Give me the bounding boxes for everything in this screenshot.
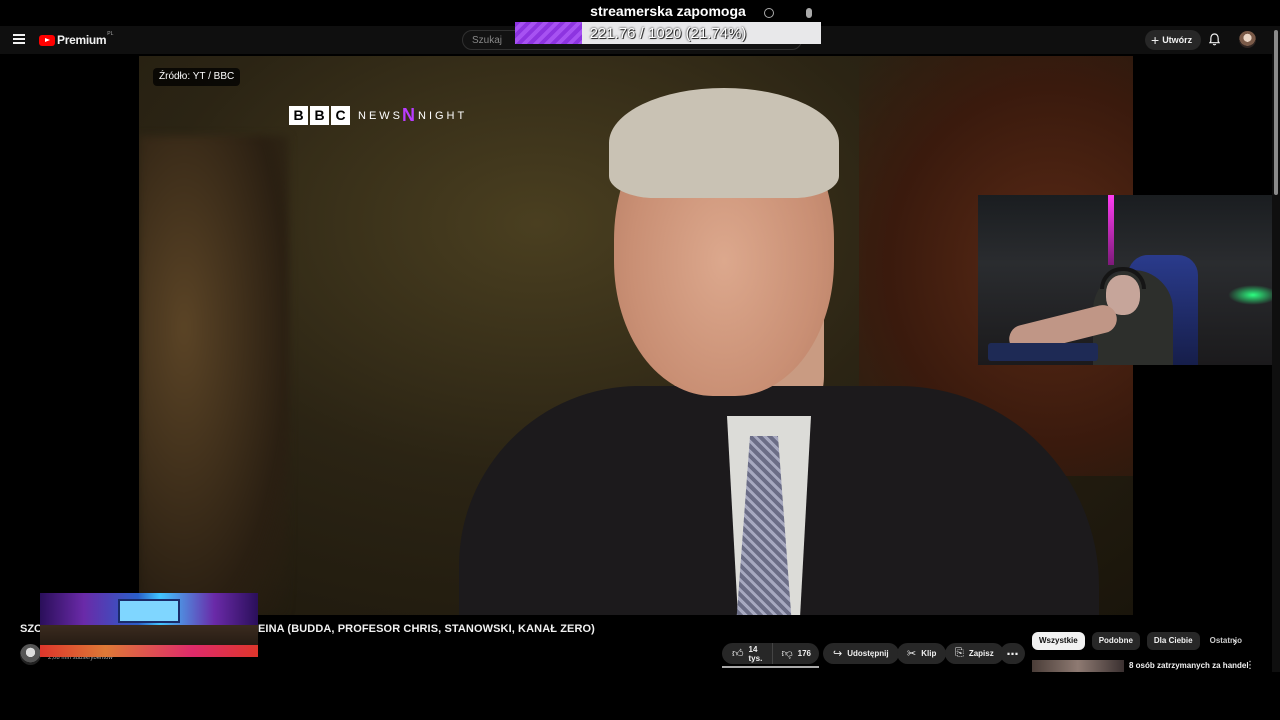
hamburger-icon[interactable] <box>13 34 25 44</box>
clip-label: Klip <box>921 649 937 658</box>
thumb-down-icon: 👎︎ <box>781 648 793 660</box>
scrollbar-thumb[interactable] <box>1274 30 1278 195</box>
more-dots-icon: ⋯ <box>1006 646 1019 661</box>
bbc-letter: B <box>310 106 329 125</box>
donation-progress-bar: 221.76 / 1020 (21.74%) <box>515 22 821 44</box>
video-bg-left <box>139 136 289 615</box>
donation-progress-text: 221.76 / 1020 (21.74%) <box>589 25 747 42</box>
chip-related[interactable]: Podobne <box>1091 632 1140 650</box>
account-avatar[interactable] <box>1239 31 1256 48</box>
bookmark-icon: ⎘ <box>955 647 964 659</box>
video-title: EINA (BUDDA, PROFESOR CHRIS, STANOWSKI, … <box>258 623 595 635</box>
recommendation-thumbnail[interactable] <box>1032 660 1124 672</box>
scene-glow <box>40 645 258 657</box>
plus-icon: + <box>1151 32 1160 48</box>
bbc-newsnight-logo: B B C NEWS N NIGHT <box>289 105 467 126</box>
search-placeholder: Szukaj <box>472 35 503 46</box>
scissors-icon: ✂ <box>907 648 917 660</box>
recommendation-chips: Wszystkie Podobne Dla Ciebie Ostatnio <box>1032 632 1249 650</box>
thumb-up-icon: 👍︎ <box>732 648 744 660</box>
cam-keyboard <box>988 343 1098 361</box>
chip-for-you[interactable]: Dla Ciebie <box>1146 632 1200 650</box>
more-actions-button[interactable]: ⋯ <box>1000 643 1025 664</box>
save-label: Zapisz <box>968 649 994 658</box>
share-label: Udostępnij <box>847 649 889 658</box>
like-dislike-group: 👍︎ 14 tys. 👎︎ 176 <box>722 643 819 664</box>
like-button[interactable]: 👍︎ 14 tys. <box>722 643 774 664</box>
channel-avatar[interactable] <box>20 644 41 665</box>
save-button[interactable]: ⎘ Zapisz <box>945 643 1004 664</box>
donation-title: streamerska zapomoga <box>590 3 746 19</box>
cam-led-glow <box>1228 285 1278 305</box>
dislike-count: 176 <box>797 649 811 658</box>
chip-recent[interactable]: Ostatnio <box>1207 632 1249 650</box>
youtube-play-icon <box>39 34 55 46</box>
source-tag: Źródło: YT / BBC <box>153 68 241 86</box>
donation-goal-overlay: streamerska zapomoga 221.76 / 1020 (21.7… <box>515 0 821 44</box>
create-label: Utwórz <box>1162 35 1193 45</box>
logo-region: PL <box>107 31 114 37</box>
like-count: 14 tys. <box>748 644 763 663</box>
video-person-hair <box>609 88 839 198</box>
bbc-night-text: NIGHT <box>418 109 468 122</box>
kebab-menu-icon[interactable]: ⋮ <box>1245 660 1255 671</box>
clip-button[interactable]: ✂ Klip <box>897 643 947 664</box>
scene-screen <box>118 599 180 623</box>
chevron-right-icon[interactable]: › <box>1233 634 1237 649</box>
youtube-logo[interactable]: Premium PL <box>39 31 114 47</box>
like-ratio-bar <box>722 666 819 668</box>
chip-all[interactable]: Wszystkie <box>1032 632 1085 650</box>
recommendation-title[interactable]: 8 osób zatrzymanych za handel <box>1129 661 1249 670</box>
cam-neon-light <box>1108 195 1114 265</box>
bbc-letter: B <box>289 106 308 125</box>
bbc-news-text: NEWS <box>358 109 403 122</box>
newsnight-n-mark: N <box>402 105 415 125</box>
bbc-letter: C <box>331 106 350 125</box>
dislike-button[interactable]: 👎︎ 176 <box>773 643 819 664</box>
logo-text: Premium <box>57 33 107 47</box>
share-arrow-icon: ↪ <box>833 648 843 660</box>
bell-icon[interactable] <box>1209 33 1220 46</box>
streamer-webcam <box>978 195 1280 365</box>
share-button[interactable]: ↪ Udostępnij <box>823 643 899 664</box>
create-button[interactable]: + Utwórz <box>1145 30 1202 50</box>
stream-scene-overlay <box>40 593 258 657</box>
